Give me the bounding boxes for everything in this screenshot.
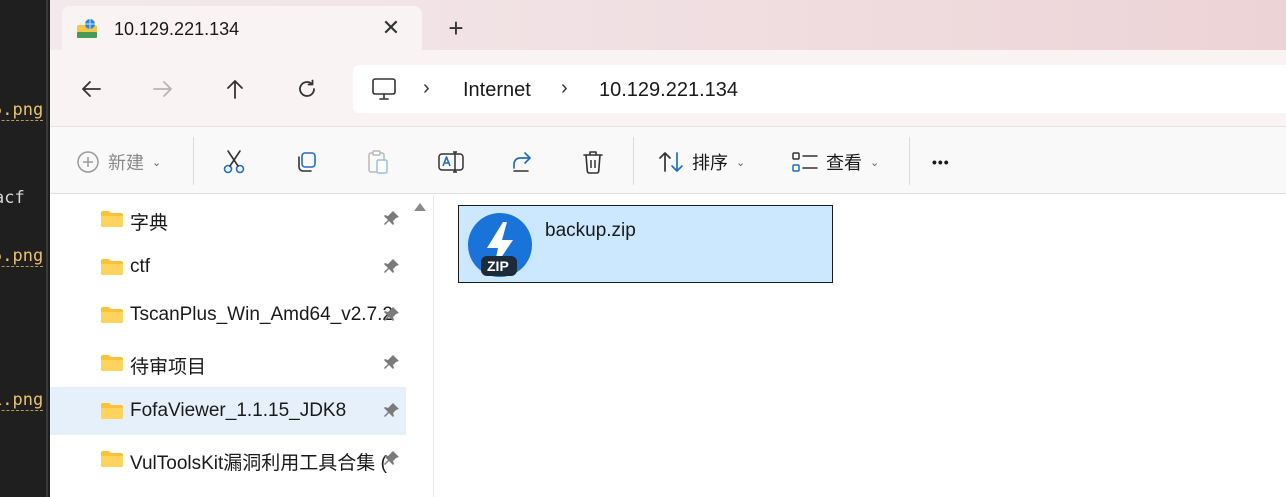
refresh-button[interactable] [290, 72, 324, 106]
folder-icon [101, 211, 123, 227]
navigation-pane: 字典 ctf TscanPlus_Win_Amd64_v2.7.2 待审项目 F… [50, 195, 406, 497]
paste-button[interactable] [366, 146, 390, 178]
sidebar-item-dictionary[interactable]: 字典 [50, 195, 406, 243]
toolbar-divider [193, 137, 194, 185]
breadcrumb-separator[interactable]: › [423, 77, 430, 100]
sort-label: 排序 [692, 153, 728, 173]
tab-current[interactable]: 10.129.221.134 ✕ [62, 6, 422, 52]
plus-circle-icon [77, 151, 99, 173]
delete-icon [583, 151, 603, 174]
forward-button[interactable] [146, 72, 180, 106]
sidebar-item-pending-projects[interactable]: 待审项目 [50, 339, 406, 387]
new-button[interactable]: 新建 ⌄ [76, 146, 161, 178]
pin-icon[interactable] [383, 353, 401, 371]
chevron-down-icon: ⌄ [152, 156, 162, 169]
up-button[interactable] [218, 72, 252, 106]
rename-icon [438, 151, 464, 173]
pin-icon[interactable] [383, 401, 401, 419]
sidebar-item-label: 字典 [130, 213, 169, 234]
folder-icon [101, 307, 123, 323]
file-list-pane: ZIP backup.zip [435, 195, 1286, 497]
cut-icon [223, 150, 245, 174]
new-tab-button[interactable]: + [442, 14, 470, 42]
toolbar-divider [909, 137, 910, 185]
copy-icon [298, 152, 316, 172]
folder-icon [101, 259, 123, 275]
file-item[interactable]: ZIP backup.zip [458, 205, 833, 283]
share-button[interactable] [510, 146, 534, 178]
editor-text-line: 1.png [0, 390, 44, 411]
new-button-label: 新建 [108, 153, 144, 173]
sort-button[interactable]: 排序 ⌄ [658, 146, 745, 178]
cut-button[interactable] [222, 146, 246, 178]
sidebar-item-fofaviewer[interactable]: FofaViewer_1.1.15_JDK8 [50, 387, 406, 435]
file-name: backup.zip [545, 220, 636, 241]
chevron-down-icon: ⌄ [736, 156, 746, 169]
sidebar-item-label: 待审项目 [130, 357, 207, 378]
command-bar: 新建 ⌄ 排序 ⌄ 查看 ⌄ ••• [50, 126, 1286, 194]
share-icon [513, 152, 531, 172]
sort-icon [659, 152, 683, 172]
view-button[interactable]: 查看 ⌄ [792, 146, 879, 178]
background-editor-strip: 5.png acf 5.png 1.png [0, 0, 50, 497]
more-options-button[interactable]: ••• [932, 146, 950, 178]
editor-text-line: 5.png [0, 246, 44, 267]
tab-bar: 10.129.221.134 ✕ + [50, 0, 1286, 52]
sidebar-item-label: ctf [130, 256, 151, 277]
copy-button[interactable] [294, 146, 318, 178]
file-explorer-window: 10.129.221.134 ✕ + › Internet › 10.129.2… [50, 0, 1286, 497]
refresh-icon [299, 79, 315, 97]
view-list-icon [792, 152, 818, 172]
computer-icon [372, 78, 396, 100]
pin-icon[interactable] [383, 209, 401, 227]
address-bar[interactable]: › Internet › 10.129.221.134 [353, 65, 1286, 113]
sidebar-item-label: TscanPlus_Win_Amd64_v2.7.2 [130, 304, 392, 325]
arrow-left-icon [82, 81, 101, 97]
sidebar-item-label: FofaViewer_1.1.15_JDK8 [130, 400, 347, 421]
zip-badge: ZIP [487, 258, 509, 274]
paste-icon [368, 150, 388, 174]
breadcrumb-internet[interactable]: Internet [463, 79, 531, 102]
toolbar-divider [633, 137, 634, 185]
folder-icon [101, 403, 123, 419]
sidebar-item-vultoolskit[interactable]: VulToolsKit漏洞利用工具合集 ( [50, 435, 406, 483]
close-tab-button[interactable]: ✕ [378, 15, 404, 41]
editor-gutter-line [46, 0, 48, 497]
scroll-up-arrow-icon[interactable] [414, 203, 426, 211]
rename-button[interactable] [438, 146, 464, 178]
editor-text-line: 5.png [0, 100, 44, 121]
view-label: 查看 [826, 153, 862, 173]
pin-icon[interactable] [383, 449, 401, 467]
sidebar-item-tscanplus[interactable]: TscanPlus_Win_Amd64_v2.7.2 [50, 291, 406, 339]
folder-icon [101, 355, 123, 371]
tab-title: 10.129.221.134 [114, 19, 240, 39]
chevron-down-icon: ⌄ [870, 156, 880, 169]
breadcrumb-separator[interactable]: › [561, 77, 568, 100]
editor-text-line: acf [0, 188, 25, 208]
sidebar-scrollbar[interactable] [406, 195, 434, 497]
navigation-bar: › Internet › 10.129.221.134 [50, 50, 1286, 126]
sidebar-item-ctf[interactable]: ctf [50, 243, 406, 291]
sidebar-item-label: VulToolsKit漏洞利用工具合集 ( [130, 453, 387, 474]
pin-icon[interactable] [383, 257, 401, 275]
arrow-right-icon [153, 81, 172, 97]
network-drive-icon [77, 19, 97, 38]
delete-button[interactable] [582, 146, 604, 178]
pin-icon[interactable] [383, 305, 401, 323]
arrow-up-icon [227, 80, 243, 99]
breadcrumb-host[interactable]: 10.129.221.134 [599, 79, 738, 102]
folder-icon [101, 451, 123, 467]
back-button[interactable] [74, 72, 108, 106]
